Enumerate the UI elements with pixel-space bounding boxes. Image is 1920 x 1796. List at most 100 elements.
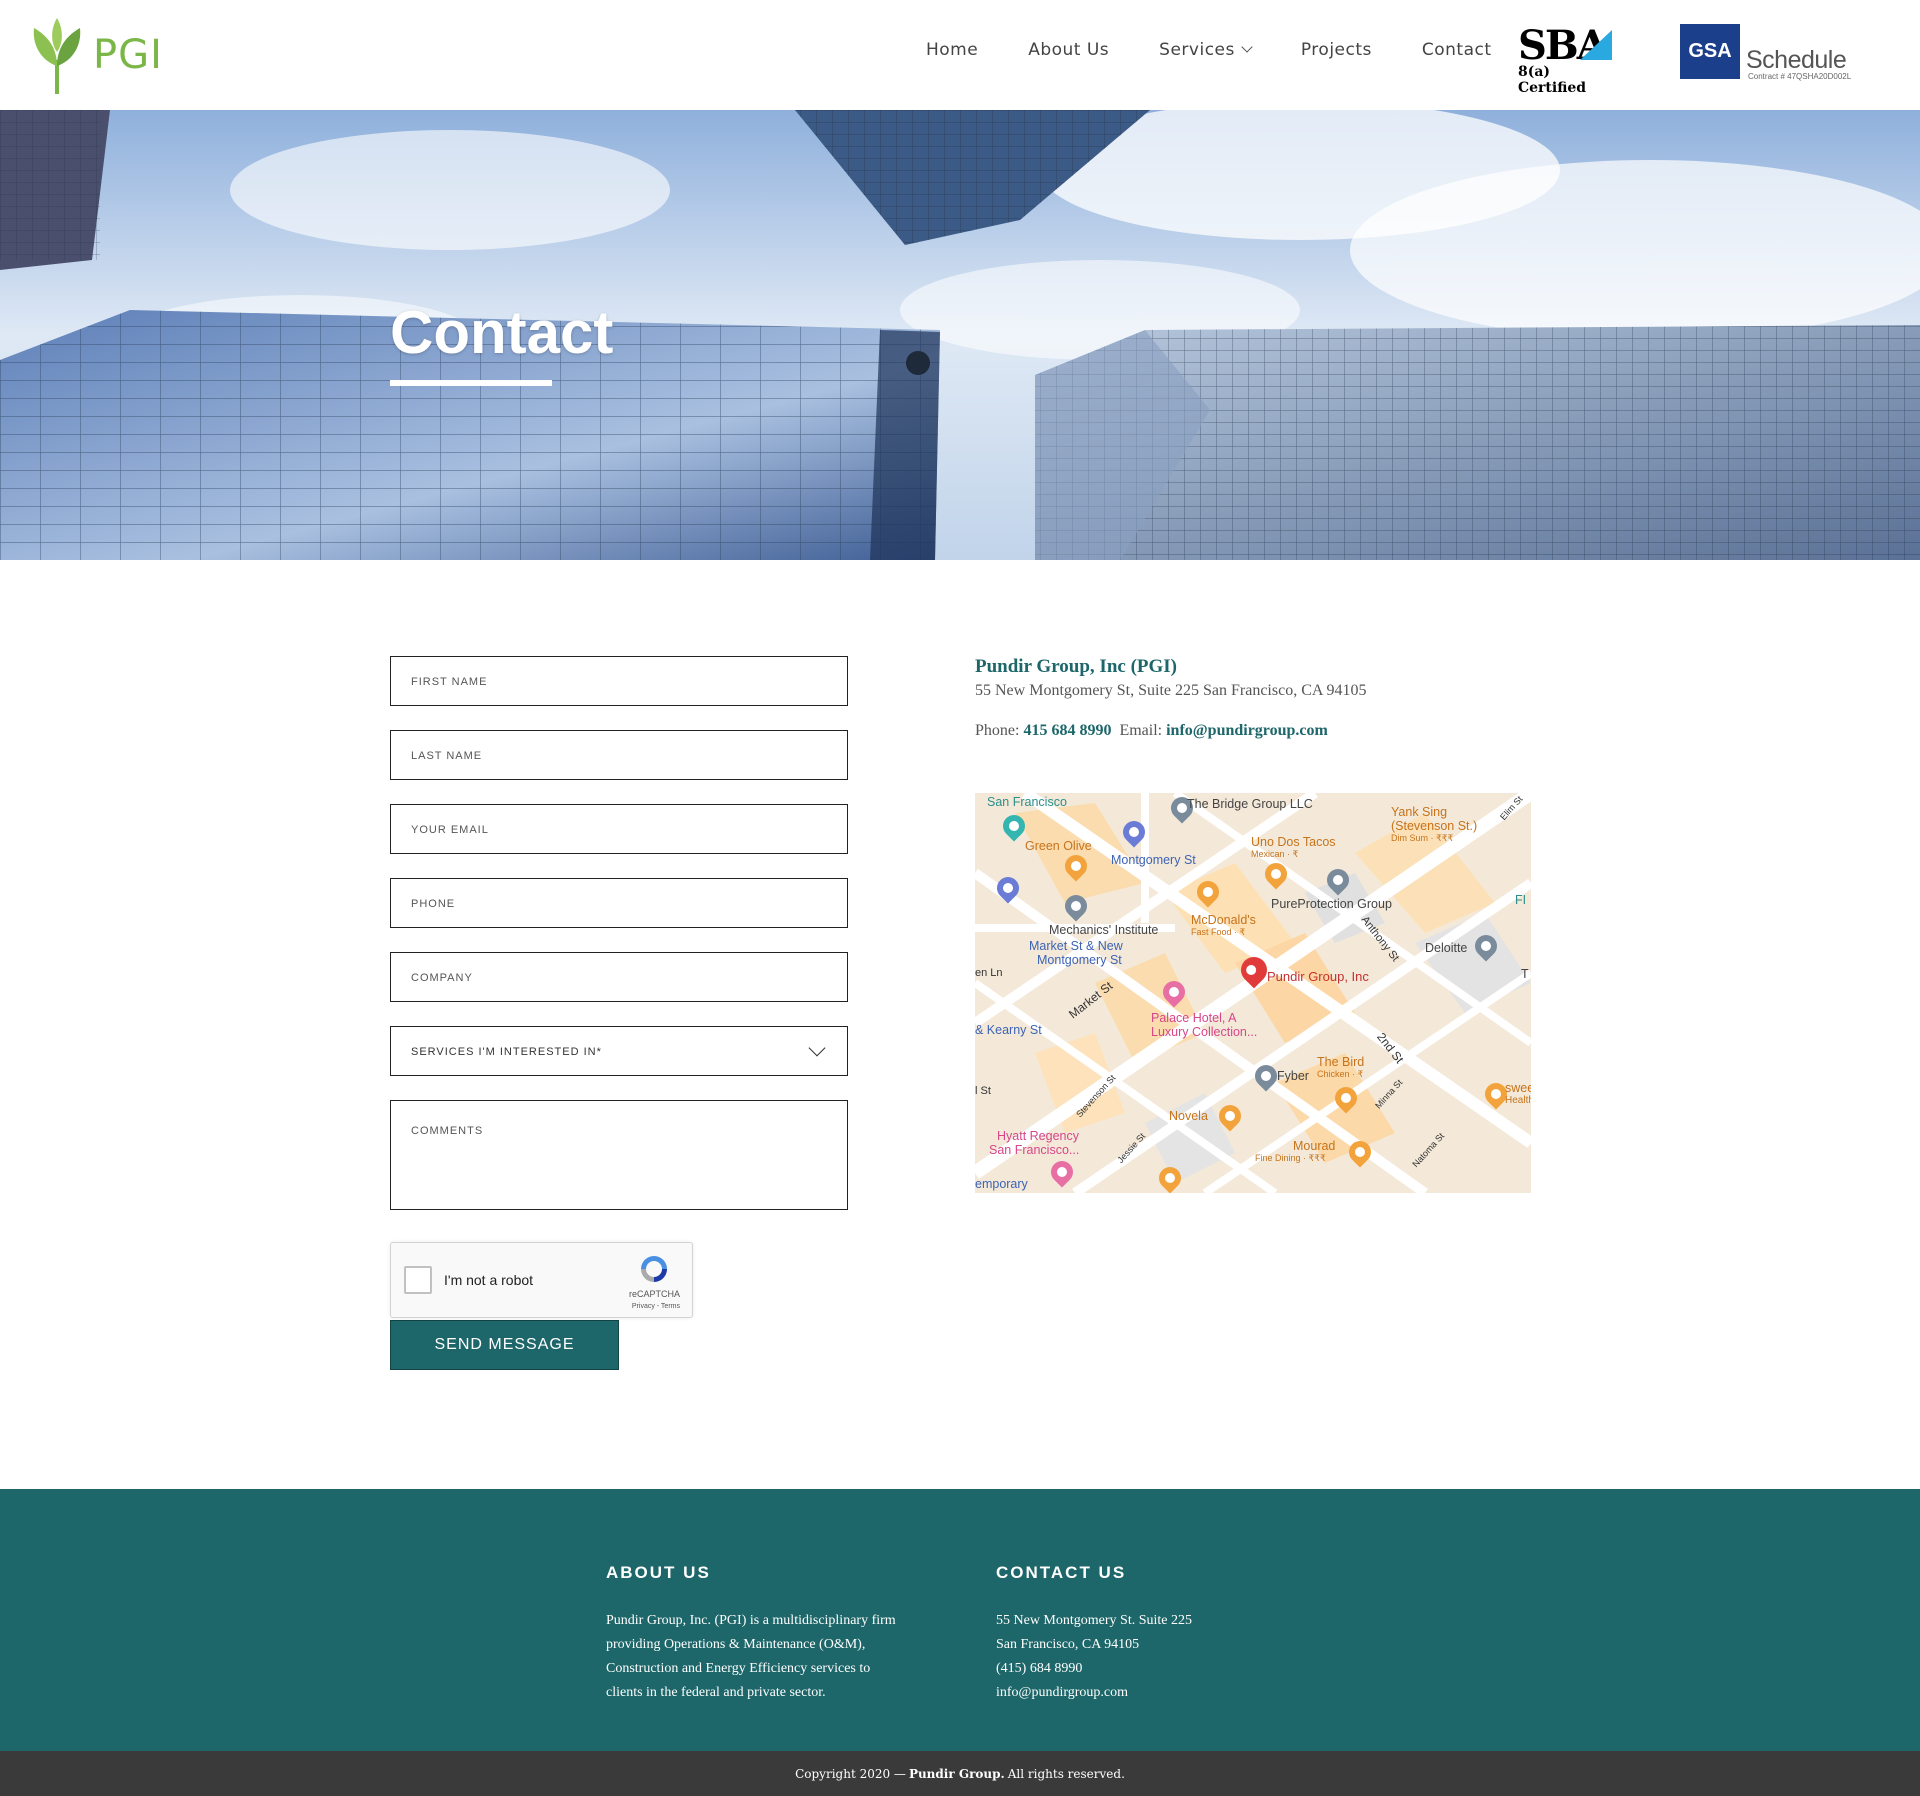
phone-email-line: Phone: 415 684 8990 Email: info@pundirgr… (975, 722, 1535, 740)
map-label: swee (1505, 1081, 1531, 1095)
nav-home[interactable]: Home (926, 40, 978, 60)
phone-link[interactable]: 415 684 8990 (1023, 722, 1111, 739)
map-label: Hyatt Regency (997, 1129, 1079, 1143)
footer-about-line: Construction and Energy Efficiency servi… (606, 1661, 871, 1676)
sba-triangle (1580, 30, 1612, 60)
map-label: The Bridge Group LLC (1187, 797, 1313, 811)
comments-textarea[interactable]: COMMENTS (390, 1100, 848, 1210)
map-label: Fine Dining · ₹₹₹ (1255, 1153, 1326, 1163)
page-title: Contact (390, 299, 614, 366)
company-name: Pundir Group, Inc (PGI) (975, 656, 1178, 677)
copyright-prefix: Copyright 2020 — (795, 1766, 906, 1781)
map-label: Fast Food · ₹ (1191, 927, 1246, 937)
send-message-button[interactable]: SEND MESSAGE (390, 1320, 619, 1370)
gsa-box: GSA (1680, 24, 1740, 79)
map-label: Mechanics' Institute (1049, 923, 1159, 937)
copyright-company: Pundir Group. (908, 1766, 1005, 1781)
map-label: San Francisco (987, 795, 1067, 809)
map-road-label: l St (975, 1085, 991, 1097)
logo-text: PGI (93, 32, 163, 78)
site-footer: ABOUT US Pundir Group, Inc. (PGI) is a m… (0, 1489, 1920, 1751)
first-name-field[interactable]: FIRST NAME (390, 656, 848, 706)
map-label: The Bird (1317, 1055, 1365, 1069)
email-link[interactable]: info@pundirgroup.com (1166, 722, 1328, 739)
phone-placeholder: PHONE (411, 898, 456, 910)
gsa-schedule-logo: GSA Schedule Contract # 47QSHA20D002L (1680, 24, 1880, 84)
map-label: San Francisco... (989, 1143, 1080, 1157)
google-map[interactable]: San Francisco The Bridge Group LLC Yank … (975, 793, 1531, 1193)
footer-about-heading: ABOUT US (606, 1563, 711, 1582)
footer-about: ABOUT US Pundir Group, Inc. (PGI) is a m… (606, 1563, 896, 1705)
gsa-contract-number: Contract # 47QSHA20D002L (1748, 72, 1852, 81)
map-label: (Stevenson St.) (1391, 819, 1478, 833)
phone-field[interactable]: PHONE (390, 878, 848, 928)
map-label: Uno Dos Tacos (1251, 835, 1336, 849)
recaptcha-brand: reCAPTCHA (628, 1289, 680, 1299)
chevron-down-icon (1241, 41, 1253, 53)
footer-about-line: providing Operations & Maintenance (O&M)… (606, 1637, 866, 1652)
footer-contact: CONTACT US 55 New Montgomery St. Suite 2… (996, 1563, 1192, 1705)
recaptcha-terms-link[interactable]: Privacy - Terms (632, 1303, 680, 1310)
services-placeholder: SERVICES I'M INTERESTED IN* (411, 1046, 602, 1058)
map-label: Deloitte (1425, 941, 1468, 955)
footer-contact-heading: CONTACT US (996, 1563, 1127, 1582)
footer-about-line: clients in the federal and private secto… (606, 1685, 826, 1700)
last-name-placeholder: LAST NAME (411, 750, 483, 762)
main-nav: Home About Us Services Projects Contact (926, 40, 1542, 60)
gsa-schedule-text: Schedule (1746, 46, 1847, 74)
footer-phone-link[interactable]: (415) 684 8990 (996, 1657, 1192, 1681)
sba-8a-certified-logo: SBA 8(a) Certified (1518, 26, 1623, 96)
comments-placeholder: COMMENTS (411, 1125, 484, 1137)
map-label: Market St & New (1029, 939, 1123, 953)
contact-form: FIRST NAME LAST NAME YOUR EMAIL PHONE CO… (390, 656, 848, 1370)
nav-projects[interactable]: Projects (1301, 40, 1372, 60)
recaptcha-widget: I'm not a robot reCAPTCHA Privacy - Term… (390, 1242, 693, 1318)
map-label: PureProtection Group (1271, 897, 1392, 911)
chevron-down-icon (808, 1039, 826, 1057)
map-label: Mexican · ₹ (1251, 849, 1299, 859)
map-label: & Kearny St (975, 1023, 1042, 1037)
map-label: Pundir Group, Inc (1267, 969, 1369, 984)
map-label: Health (1505, 1095, 1531, 1106)
map-label: Yank Sing (1391, 805, 1448, 819)
map-label: Montgomery St (1111, 853, 1196, 867)
email-field[interactable]: YOUR EMAIL (390, 804, 848, 854)
skyscrapers-illustration (0, 110, 1920, 560)
footer-contact-line: 55 New Montgomery St. Suite 225 (996, 1613, 1192, 1628)
email-label: Email: (1119, 722, 1163, 739)
company-address: 55 New Montgomery St, Suite 225 San Fran… (975, 682, 1367, 699)
map-label: McDonald's (1191, 913, 1256, 927)
map-label: Luxury Collection... (1151, 1025, 1258, 1039)
map-label: Dim Sum · ₹₹₹ (1391, 833, 1454, 843)
footer-email-link[interactable]: info@pundirgroup.com (996, 1681, 1192, 1705)
map-label: Mourad (1293, 1139, 1336, 1153)
company-field[interactable]: COMPANY (390, 952, 848, 1002)
last-name-field[interactable]: LAST NAME (390, 730, 848, 780)
recaptcha-label: I'm not a robot (444, 1272, 534, 1288)
map-label: emporary (975, 1177, 1028, 1191)
site-header: PGI Home About Us Services Projects Cont… (0, 0, 1920, 110)
nav-services-label: Services (1159, 40, 1235, 60)
recaptcha-checkbox[interactable] (404, 1266, 432, 1294)
pgi-logo[interactable]: PGI (30, 16, 163, 94)
map-label: Fyber (1277, 1069, 1309, 1083)
map-label: Green Olive (1025, 839, 1092, 853)
title-underline (390, 380, 552, 386)
map-label: Novela (1169, 1109, 1208, 1123)
phone-label: Phone: (975, 722, 1020, 739)
footer-about-text: Pundir Group, Inc. (PGI) is a multidisci… (606, 1609, 896, 1705)
nav-services[interactable]: Services (1159, 40, 1253, 60)
nav-contact[interactable]: Contact (1422, 40, 1492, 60)
map-label: Chicken · ₹ (1317, 1069, 1364, 1079)
services-select[interactable]: SERVICES I'M INTERESTED IN* (390, 1026, 848, 1076)
map-label: T (1521, 967, 1529, 981)
footer-contact-text: 55 New Montgomery St. Suite 225 San Fran… (996, 1609, 1192, 1705)
footer-contact-line: San Francisco, CA 94105 (996, 1637, 1140, 1652)
copyright-suffix: All rights reserved. (1007, 1766, 1125, 1781)
nav-about-us[interactable]: About Us (1028, 40, 1109, 60)
email-placeholder: YOUR EMAIL (411, 824, 489, 836)
map-label: Montgomery St (1037, 953, 1122, 967)
footer-about-line: Pundir Group, Inc. (PGI) is a multidisci… (606, 1613, 896, 1628)
company-placeholder: COMPANY (411, 972, 473, 984)
map-label: Palace Hotel, A (1151, 1011, 1237, 1025)
